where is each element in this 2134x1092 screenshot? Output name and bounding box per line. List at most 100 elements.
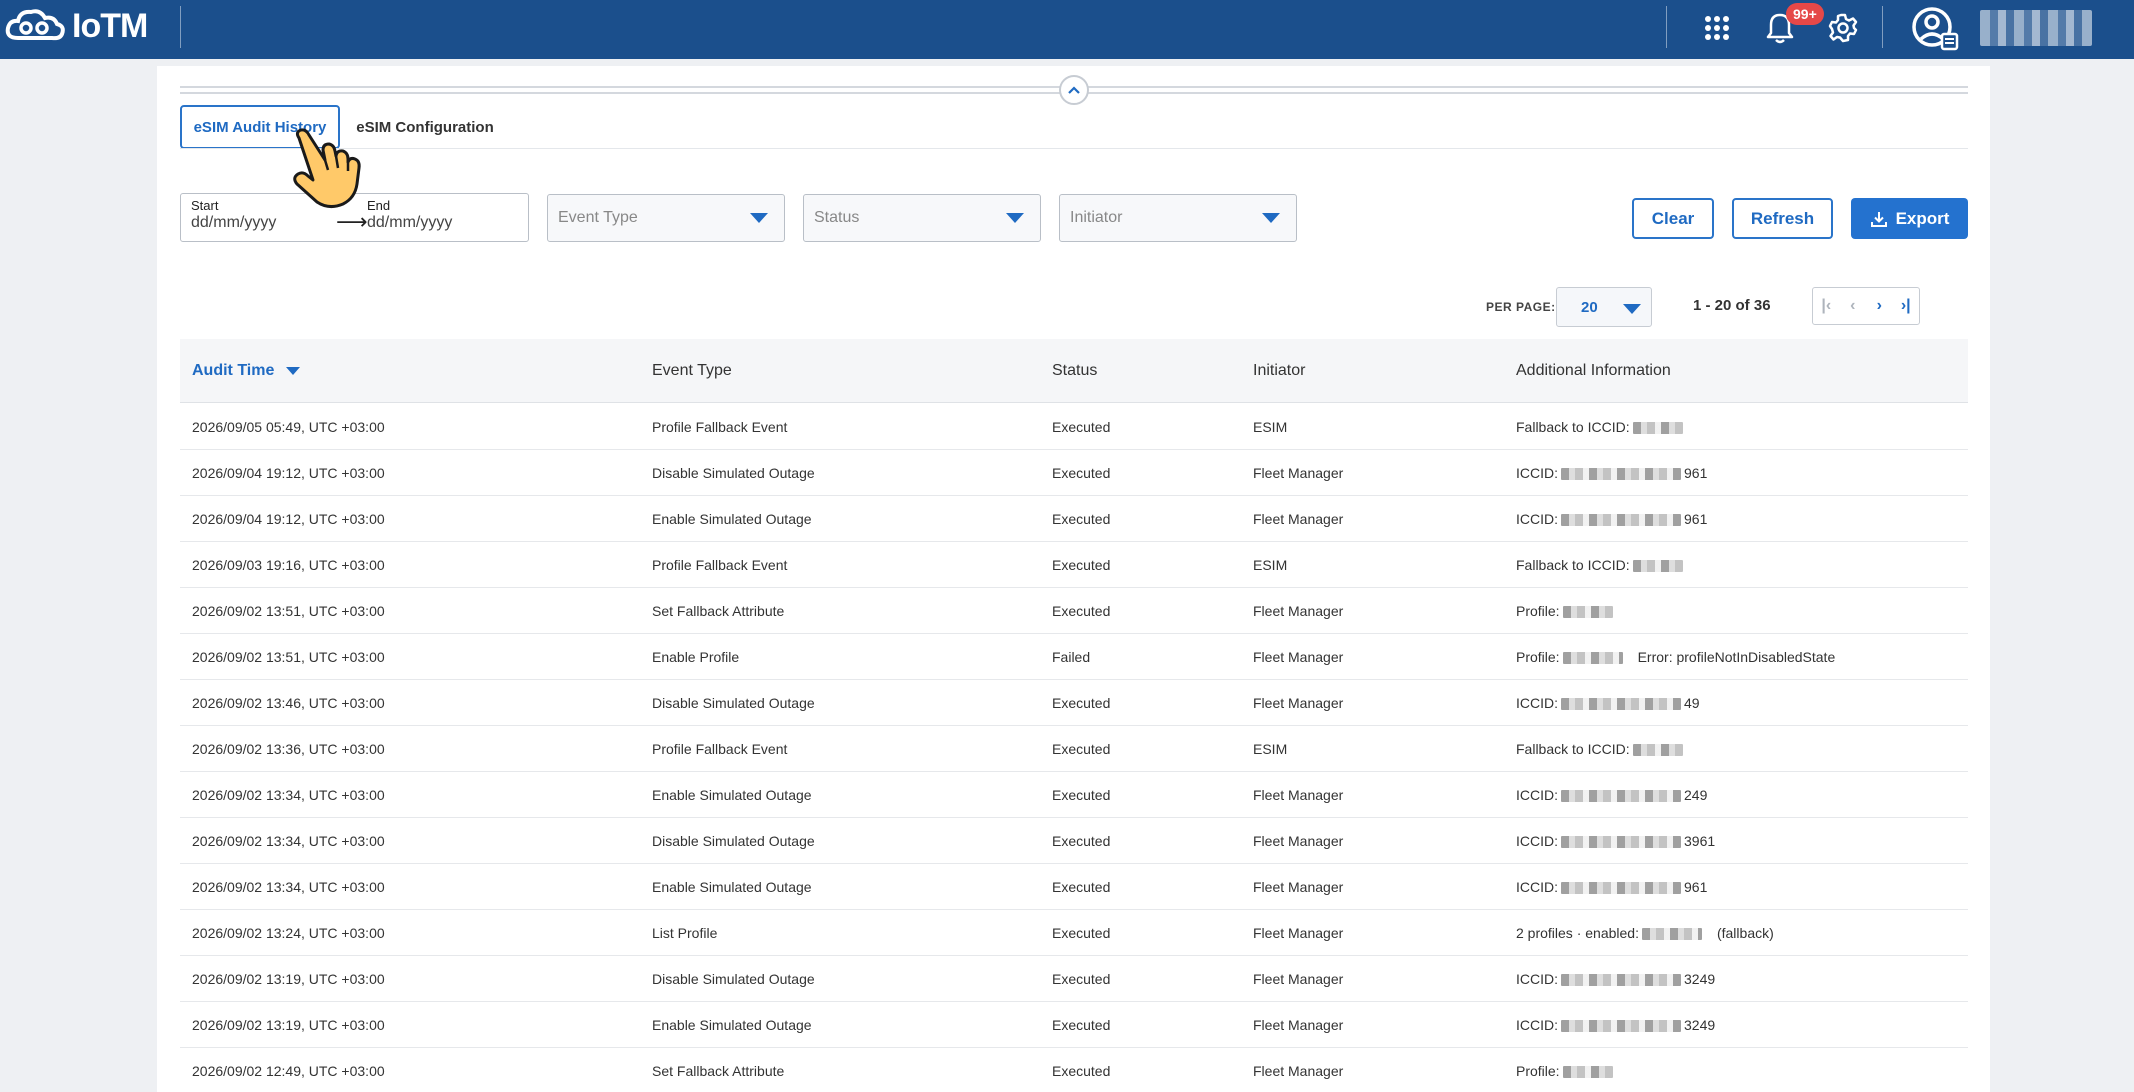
- initiator-cell: ESIM: [1253, 557, 1288, 573]
- initiator-cell: Fleet Manager: [1253, 511, 1344, 527]
- table-row[interactable]: 2026/09/02 13:34, UTC +03:00 Disable Simu…: [180, 818, 1968, 864]
- table-row[interactable]: 2026/09/02 13:51, UTC +03:00 Set Fallback…: [180, 588, 1968, 634]
- initiator-cell: Fleet Manager: [1253, 1017, 1344, 1033]
- table-row[interactable]: 2026/09/04 19:12, UTC +03:00 Disable Simu…: [180, 450, 1968, 496]
- info-suffix: 3249: [1684, 971, 1716, 987]
- info-prefix: Fallback to ICCID:: [1516, 557, 1630, 573]
- table-row[interactable]: 2026/09/02 13:19, UTC +03:00 Disable Simu…: [180, 956, 1968, 1002]
- initiator-select[interactable]: Initiator: [1059, 194, 1297, 242]
- info-suffix: Error: profileNotInDisabledState: [1637, 649, 1836, 665]
- topbar-divider: [180, 6, 181, 48]
- initiator-cell: Fleet Manager: [1253, 925, 1344, 941]
- status-cell: Executed: [1052, 511, 1111, 527]
- info-prefix: ICCID:: [1516, 971, 1558, 987]
- column-header-initiator: Initiator: [1253, 362, 1306, 379]
- status-cell: Executed: [1052, 695, 1111, 711]
- table-row[interactable]: 2026/09/04 19:12, UTC +03:00 Enable Simul…: [180, 496, 1968, 542]
- end-date-input[interactable]: dd/mm/yyyy: [367, 214, 452, 232]
- audit-time-cell: 2026/09/02 13:51, UTC +03:00: [192, 649, 385, 665]
- first-page-icon[interactable]: |‹: [1813, 288, 1840, 324]
- last-page-icon[interactable]: ›|: [1893, 288, 1920, 324]
- status-cell: Executed: [1052, 925, 1111, 941]
- status-cell: Executed: [1052, 419, 1111, 435]
- event-type-select[interactable]: Event Type: [547, 194, 785, 242]
- top-navigation-bar: IoTM 99+: [0, 0, 2134, 59]
- additional-info-cell: Fallback to ICCID:: [1516, 557, 1686, 573]
- topbar-divider: [1666, 6, 1667, 48]
- apps-grid-icon[interactable]: [1697, 8, 1737, 48]
- info-prefix: ICCID:: [1516, 695, 1558, 711]
- audit-time-cell: 2026/09/02 13:51, UTC +03:00: [192, 603, 385, 619]
- refresh-button[interactable]: Refresh: [1732, 198, 1833, 239]
- status-select[interactable]: Status: [803, 194, 1041, 242]
- start-date-label: Start: [191, 198, 219, 213]
- info-prefix: ICCID:: [1516, 465, 1558, 481]
- redacted-value: [1562, 652, 1623, 665]
- event-type-cell: List Profile: [652, 925, 718, 941]
- per-page-label: PER PAGE:: [1486, 300, 1556, 314]
- table-row[interactable]: 2026/09/02 13:19, UTC +03:00 Enable Simul…: [180, 1002, 1968, 1048]
- status-cell: Failed: [1052, 649, 1091, 665]
- redacted-value: [1561, 790, 1681, 803]
- audit-time-cell: 2026/09/02 13:19, UTC +03:00: [192, 971, 385, 987]
- next-page-icon[interactable]: ›: [1866, 288, 1893, 324]
- redacted-value: [1561, 698, 1681, 711]
- settings-gear-icon[interactable]: [1823, 8, 1863, 48]
- table-row[interactable]: 2026/09/02 13:46, UTC +03:00 Disable Simu…: [180, 680, 1968, 726]
- additional-info-cell: Fallback to ICCID:: [1516, 741, 1686, 757]
- pagination-controls: |‹ ‹ › ›|: [1812, 287, 1920, 325]
- status-cell: Executed: [1052, 971, 1111, 987]
- info-prefix: Fallback to ICCID:: [1516, 741, 1630, 757]
- audit-time-cell: 2026/09/02 13:34, UTC +03:00: [192, 833, 385, 849]
- table-row[interactable]: 2026/09/02 13:36, UTC +03:00 Profile Fall…: [180, 726, 1968, 772]
- info-prefix: ICCID:: [1516, 787, 1558, 803]
- table-row[interactable]: 2026/09/05 05:49, UTC +03:00 Profile Fall…: [180, 404, 1968, 450]
- redacted-value: [1562, 606, 1613, 619]
- table-row[interactable]: 2026/09/02 13:34, UTC +03:00 Enable Simul…: [180, 772, 1968, 818]
- per-page-value: 20: [1581, 299, 1598, 316]
- event-type-cell: Enable Simulated Outage: [652, 1017, 812, 1033]
- status-placeholder: Status: [814, 209, 860, 226]
- clear-button[interactable]: Clear: [1632, 198, 1714, 239]
- start-date-input[interactable]: dd/mm/yyyy: [191, 214, 276, 232]
- info-prefix: Profile:: [1516, 649, 1560, 665]
- collapse-toggle-button[interactable]: [1059, 75, 1089, 105]
- cloud-logo-icon: [5, 9, 65, 41]
- redacted-value: [1562, 1066, 1613, 1079]
- notification-count-badge: 99+: [1786, 3, 1824, 25]
- per-page-select[interactable]: 20: [1556, 287, 1652, 327]
- iotm-logo[interactable]: IoTM: [4, 4, 148, 48]
- table-row[interactable]: 2026/09/02 13:51, UTC +03:00 Enable Profi…: [180, 634, 1968, 680]
- table-row[interactable]: 2026/09/03 19:16, UTC +03:00 Profile Fall…: [180, 542, 1968, 588]
- info-prefix: Profile:: [1516, 1063, 1560, 1079]
- event-type-cell: Profile Fallback Event: [652, 419, 788, 435]
- table-row[interactable]: 2026/09/02 13:34, UTC +03:00 Enable Simul…: [180, 864, 1968, 910]
- info-suffix: 3961: [1684, 833, 1716, 849]
- status-cell: Executed: [1052, 557, 1111, 573]
- pagination-range: 1 - 20 of 36: [1693, 297, 1771, 314]
- column-header-additional-information: Additional Information: [1516, 362, 1671, 379]
- info-prefix: 2 profiles · enabled:: [1516, 925, 1639, 941]
- table-row[interactable]: 2026/09/02 13:24, UTC +03:00 List Profile…: [180, 910, 1968, 956]
- chevron-up-icon: [1068, 86, 1080, 94]
- additional-info-cell: ICCID: 3249: [1516, 1017, 1715, 1033]
- info-prefix: Fallback to ICCID:: [1516, 419, 1630, 435]
- audit-time-cell: 2026/09/02 13:36, UTC +03:00: [192, 741, 385, 757]
- additional-info-cell: ICCID: 49: [1516, 695, 1700, 711]
- export-button[interactable]: Export: [1851, 198, 1968, 239]
- download-icon: [1870, 211, 1887, 227]
- event-type-cell: Profile Fallback Event: [652, 741, 788, 757]
- audit-time-cell: 2026/09/02 12:49, UTC +03:00: [192, 1063, 385, 1079]
- column-header-audit-time[interactable]: Audit Time: [192, 362, 301, 380]
- redacted-value: [1561, 1020, 1681, 1033]
- event-type-cell: Enable Simulated Outage: [652, 879, 812, 895]
- redacted-value: [1561, 974, 1681, 987]
- event-type-cell: Enable Profile: [652, 649, 740, 665]
- user-name-redacted[interactable]: [1980, 10, 2092, 46]
- event-type-cell: Set Fallback Attribute: [652, 603, 785, 619]
- user-avatar-icon[interactable]: [1912, 5, 1960, 53]
- prev-page-icon[interactable]: ‹: [1840, 288, 1867, 324]
- table-row[interactable]: 2026/09/02 12:49, UTC +03:00 Set Fallback…: [180, 1048, 1968, 1092]
- additional-info-cell: Profile:: [1516, 1063, 1616, 1079]
- event-type-cell: Profile Fallback Event: [652, 557, 788, 573]
